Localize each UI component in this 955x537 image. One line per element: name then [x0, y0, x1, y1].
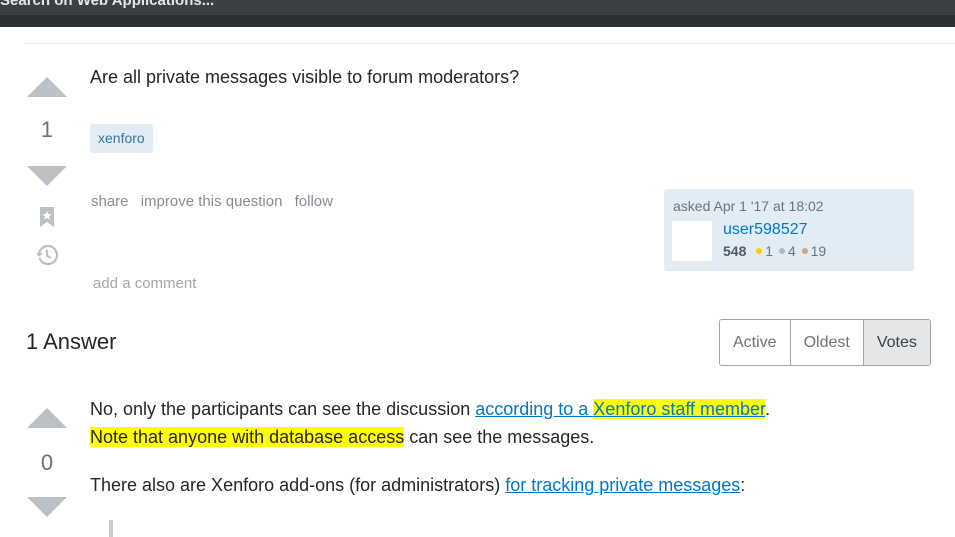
- gold-badge-count: 1: [765, 243, 774, 259]
- asked-timestamp: asked Apr 1 '17 at 18:02: [673, 198, 824, 214]
- blockquote-bar: [109, 520, 113, 537]
- bronze-badge-count: 19: [810, 243, 827, 259]
- top-bar-strip: [0, 15, 955, 27]
- add-comment-link[interactable]: add a comment: [93, 275, 196, 292]
- answer-vote-count: 0: [40, 450, 54, 475]
- answer-line-2: Note that anyone with database access ca…: [90, 427, 594, 448]
- question-vote-count: 1: [40, 117, 54, 142]
- question-upvote-button[interactable]: [27, 77, 67, 97]
- answer-line-1-text: No, only the participants can see the di…: [90, 399, 476, 419]
- answer-line-1-suffix: .: [765, 399, 771, 419]
- answer-downvote-button[interactable]: [27, 497, 67, 517]
- tab-oldest[interactable]: Oldest: [790, 320, 864, 365]
- bronze-badge-icon: [801, 248, 808, 255]
- bookmark-icon[interactable]: [38, 206, 56, 228]
- search-partial-text[interactable]: Search on Web Applications...: [0, 0, 214, 9]
- follow-link[interactable]: follow: [295, 193, 333, 210]
- improve-question-link[interactable]: improve this question: [141, 193, 283, 210]
- user-card: asked Apr 1 '17 at 18:02 user598527 548 …: [664, 189, 914, 271]
- silver-badge-count: 4: [787, 243, 796, 259]
- tab-votes[interactable]: Votes: [863, 320, 930, 365]
- share-link[interactable]: share: [91, 193, 129, 210]
- staff-member-link-part-2[interactable]: Xenforo staff member: [593, 399, 766, 419]
- history-icon[interactable]: [35, 243, 59, 267]
- sort-tabs: Active Oldest Votes: [719, 319, 931, 366]
- answer-line-1: No, only the participants can see the di…: [90, 399, 770, 420]
- answer-line-2-suffix: can see the messages.: [404, 427, 595, 447]
- post-menu: share improve this question follow: [91, 193, 341, 210]
- answer-line-3-suffix: :: [740, 475, 746, 495]
- answers-heading: 1 Answer: [26, 329, 117, 354]
- user-name-link[interactable]: user598527: [723, 221, 808, 239]
- user-stats: 548 1 4 19: [723, 243, 826, 259]
- answer-line-3: There also are Xenforo add-ons (for admi…: [90, 475, 745, 496]
- avatar[interactable]: [672, 221, 712, 261]
- top-bar: Search on Web Applications...: [0, 0, 955, 27]
- tag-xenforo[interactable]: xenforo: [90, 124, 153, 153]
- staff-member-link-part-1[interactable]: according to a: [475, 399, 593, 419]
- silver-badge-icon: [778, 248, 785, 255]
- reputation-score: 548: [723, 243, 747, 259]
- answer-upvote-button[interactable]: [27, 408, 67, 428]
- highlighted-text: Note that anyone with database access: [90, 427, 405, 447]
- answer-line-3-text: There also are Xenforo add-ons (for admi…: [90, 475, 506, 495]
- divider: [24, 43, 955, 44]
- tab-active[interactable]: Active: [720, 320, 791, 365]
- tracking-private-messages-link[interactable]: for tracking private messages: [505, 475, 740, 495]
- question-title: Are all private messages visible to foru…: [90, 67, 520, 87]
- question-downvote-button[interactable]: [27, 166, 67, 186]
- gold-badge-icon: [756, 248, 763, 255]
